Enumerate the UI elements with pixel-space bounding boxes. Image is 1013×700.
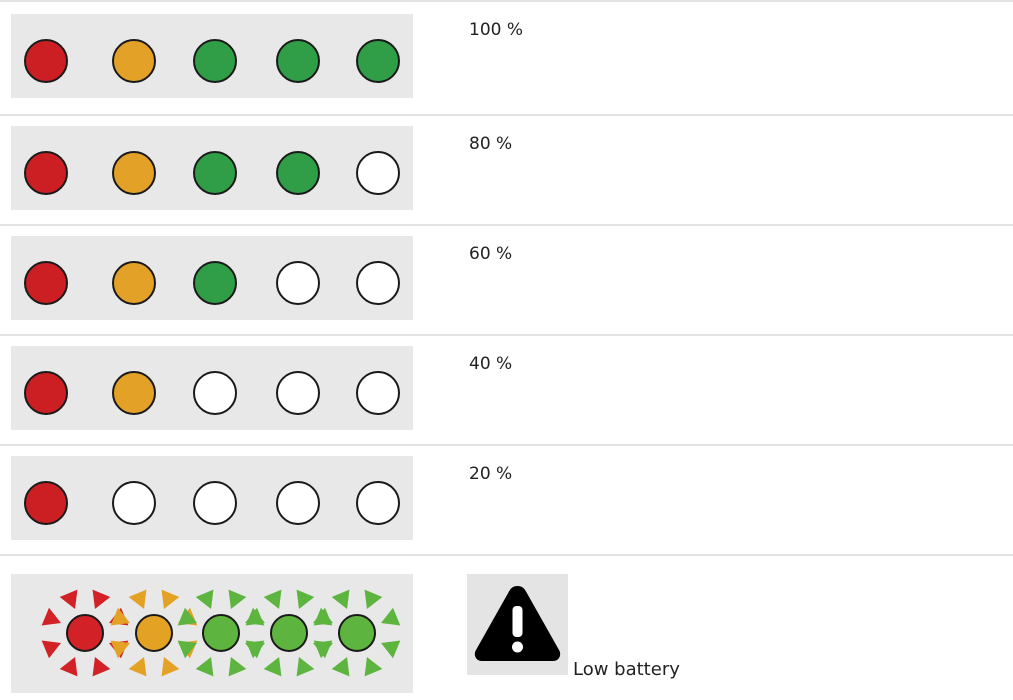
blink-ray xyxy=(296,589,315,609)
blink-ray xyxy=(41,640,61,659)
blink-ray xyxy=(161,589,180,609)
charge-label-80: 80 % xyxy=(469,134,513,154)
blink-ray xyxy=(177,607,197,626)
led-indicator-80 xyxy=(24,151,400,195)
led-orange xyxy=(112,371,156,415)
led-green xyxy=(193,261,237,305)
led-off xyxy=(276,481,320,525)
charge-label-100: 100 % xyxy=(469,20,524,40)
led-red xyxy=(24,481,68,525)
blink-ray xyxy=(92,657,111,677)
row-divider xyxy=(0,334,1013,336)
blink-ray xyxy=(195,657,214,677)
blinking-led-core xyxy=(270,614,308,652)
blink-ray xyxy=(161,657,180,677)
row-divider xyxy=(0,554,1013,556)
led-off xyxy=(356,481,400,525)
blinking-led-core xyxy=(135,614,173,652)
led-panel-20 xyxy=(11,456,413,540)
led-orange xyxy=(112,39,156,83)
blink-ray xyxy=(263,657,282,677)
led-red xyxy=(24,39,68,83)
blink-ray xyxy=(59,657,78,677)
charge-label-60: 60 % xyxy=(469,244,513,264)
blink-ray xyxy=(228,589,247,609)
led-indicator-40 xyxy=(24,371,400,415)
led-indicator-blinking xyxy=(41,589,401,677)
blink-ray xyxy=(381,607,401,626)
row-divider xyxy=(0,224,1013,226)
led-indicator-100 xyxy=(24,39,400,83)
led-green xyxy=(276,39,320,83)
blinking-led-core xyxy=(66,614,104,652)
led-off xyxy=(356,371,400,415)
blinking-led-red xyxy=(41,589,129,677)
blinking-led-green xyxy=(245,589,333,677)
led-orange xyxy=(112,261,156,305)
row-divider xyxy=(0,444,1013,446)
led-off xyxy=(193,371,237,415)
blink-ray xyxy=(92,589,111,609)
led-off xyxy=(356,261,400,305)
blink-ray xyxy=(177,640,197,659)
charge-label-20: 20 % xyxy=(469,464,513,484)
led-green xyxy=(193,39,237,83)
exclamation-triangle-icon xyxy=(474,586,561,661)
blink-ray xyxy=(331,657,350,677)
led-panel-blinking xyxy=(11,574,413,693)
led-green xyxy=(193,151,237,195)
led-panel-100 xyxy=(11,14,413,98)
led-panel-60 xyxy=(11,236,413,320)
led-panel-80 xyxy=(11,126,413,210)
low-battery-label: Low battery xyxy=(573,659,680,680)
blink-ray xyxy=(195,589,214,609)
led-red xyxy=(24,151,68,195)
blinking-led-green xyxy=(313,589,401,677)
led-red xyxy=(24,261,68,305)
blinking-led-green xyxy=(177,589,265,677)
warning-icon-box xyxy=(467,574,568,675)
row-divider xyxy=(0,0,1013,2)
blinking-led-orange xyxy=(110,589,198,677)
led-orange xyxy=(112,151,156,195)
led-off xyxy=(276,261,320,305)
led-off xyxy=(276,371,320,415)
charge-label-40: 40 % xyxy=(469,354,513,374)
led-off xyxy=(112,481,156,525)
blink-ray xyxy=(263,589,282,609)
blink-ray xyxy=(59,589,78,609)
blink-ray xyxy=(41,607,61,626)
row-divider xyxy=(0,114,1013,116)
blink-ray xyxy=(331,589,350,609)
led-panel-40 xyxy=(11,346,413,430)
blink-ray xyxy=(364,589,383,609)
blink-ray xyxy=(296,657,315,677)
blink-ray xyxy=(128,657,147,677)
led-green xyxy=(356,39,400,83)
blink-ray xyxy=(381,640,401,659)
blink-ray xyxy=(228,657,247,677)
led-off xyxy=(193,481,237,525)
led-off xyxy=(356,151,400,195)
led-green xyxy=(276,151,320,195)
blinking-led-core xyxy=(202,614,240,652)
blink-ray xyxy=(128,589,147,609)
led-indicator-60 xyxy=(24,261,400,305)
led-red xyxy=(24,371,68,415)
blinking-led-core xyxy=(338,614,376,652)
led-indicator-20 xyxy=(24,481,400,525)
blink-ray xyxy=(364,657,383,677)
